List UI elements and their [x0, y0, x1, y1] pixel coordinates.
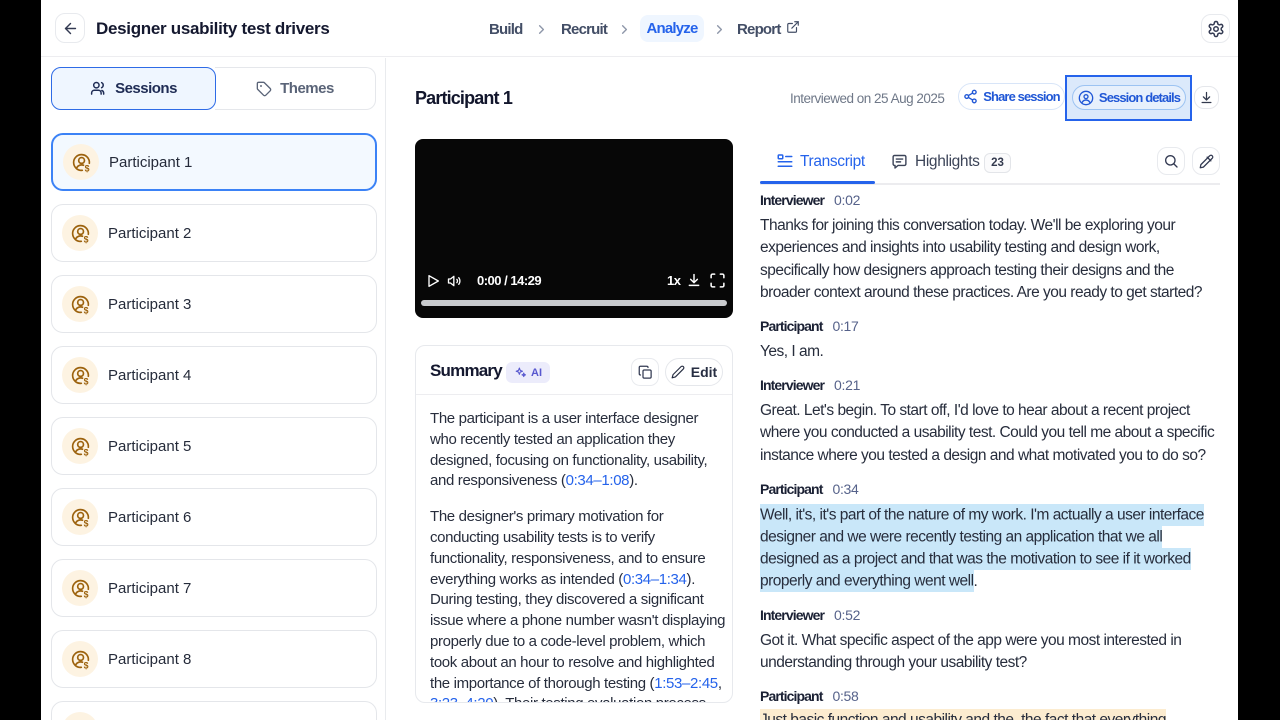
svg-text:$: $ — [83, 234, 88, 244]
svg-text:$: $ — [83, 589, 88, 599]
svg-text:$: $ — [83, 305, 88, 315]
svg-text:$: $ — [84, 163, 89, 173]
svg-text:$: $ — [83, 660, 88, 670]
svg-text:$: $ — [83, 518, 88, 528]
svg-text:$: $ — [83, 447, 88, 457]
svg-text:$: $ — [83, 376, 88, 386]
